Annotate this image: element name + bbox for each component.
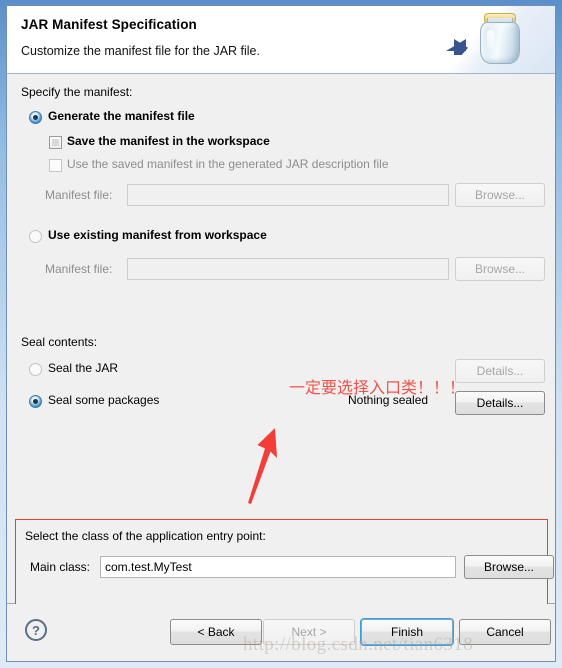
radio-seal-the-jar-label: Seal the JAR bbox=[48, 361, 119, 375]
header-banner-graphic bbox=[425, 6, 555, 73]
jar-icon-highlight bbox=[487, 30, 494, 50]
entry-point-group: Select the class of the application entr… bbox=[15, 519, 554, 611]
cancel-button[interactable]: Cancel bbox=[459, 619, 551, 645]
next-button[interactable]: Next > bbox=[263, 619, 355, 645]
radio-generate-manifest[interactable] bbox=[29, 111, 42, 124]
page-description: Customize the manifest file for the JAR … bbox=[21, 44, 260, 58]
radio-use-existing-manifest[interactable] bbox=[29, 230, 42, 243]
entry-point-label: Select the class of the application entr… bbox=[25, 529, 266, 543]
wizard-content: Specify the manifest: Generate the manif… bbox=[7, 74, 555, 611]
radio-use-existing-manifest-label: Use existing manifest from workspace bbox=[48, 228, 267, 242]
wizard-header: JAR Manifest Specification Customize the… bbox=[7, 6, 555, 74]
jar-icon bbox=[480, 22, 520, 64]
browse-button-generate[interactable]: Browse... bbox=[455, 183, 545, 207]
sealed-status-label: Nothing sealed bbox=[348, 393, 429, 407]
manifest-file-label-existing: Manifest file: bbox=[45, 262, 113, 276]
wizard-footer: ? < Back Next > Finish Cancel bbox=[7, 604, 555, 659]
main-class-label: Main class: bbox=[30, 560, 91, 574]
manifest-file-input-existing[interactable] bbox=[127, 258, 449, 280]
manifest-file-input-generate[interactable] bbox=[127, 184, 449, 206]
browse-button-main-class[interactable]: Browse... bbox=[464, 555, 554, 579]
finish-button[interactable]: Finish bbox=[361, 619, 453, 645]
browse-button-existing[interactable]: Browse... bbox=[455, 257, 545, 281]
seal-contents-label: Seal contents: bbox=[21, 335, 98, 349]
radio-seal-some-packages[interactable] bbox=[29, 395, 42, 408]
annotation-arrow-icon bbox=[248, 428, 277, 504]
radio-seal-some-packages-label: Seal some packages bbox=[48, 393, 160, 407]
details-button-seal-jar[interactable]: Details... bbox=[455, 359, 545, 383]
specify-manifest-label: Specify the manifest: bbox=[21, 85, 133, 99]
details-button-seal-packages[interactable]: Details... bbox=[455, 391, 545, 415]
back-button[interactable]: < Back bbox=[170, 619, 262, 645]
checkbox-use-saved-manifest[interactable] bbox=[49, 159, 62, 172]
wizard-window: JAR Manifest Specification Customize the… bbox=[0, 0, 562, 668]
wizard-window-inner: JAR Manifest Specification Customize the… bbox=[6, 5, 556, 662]
page-title: JAR Manifest Specification bbox=[21, 17, 197, 32]
main-class-input[interactable] bbox=[100, 556, 456, 578]
checkbox-save-manifest-workspace[interactable] bbox=[49, 136, 62, 149]
help-icon[interactable]: ? bbox=[25, 619, 47, 641]
radio-generate-manifest-label: Generate the manifest file bbox=[48, 109, 195, 123]
checkbox-save-manifest-workspace-label: Save the manifest in the workspace bbox=[67, 134, 270, 148]
manifest-file-label-generate: Manifest file: bbox=[45, 188, 113, 202]
radio-seal-the-jar[interactable] bbox=[29, 363, 42, 376]
checkbox-use-saved-manifest-label: Use the saved manifest in the generated … bbox=[67, 157, 389, 171]
